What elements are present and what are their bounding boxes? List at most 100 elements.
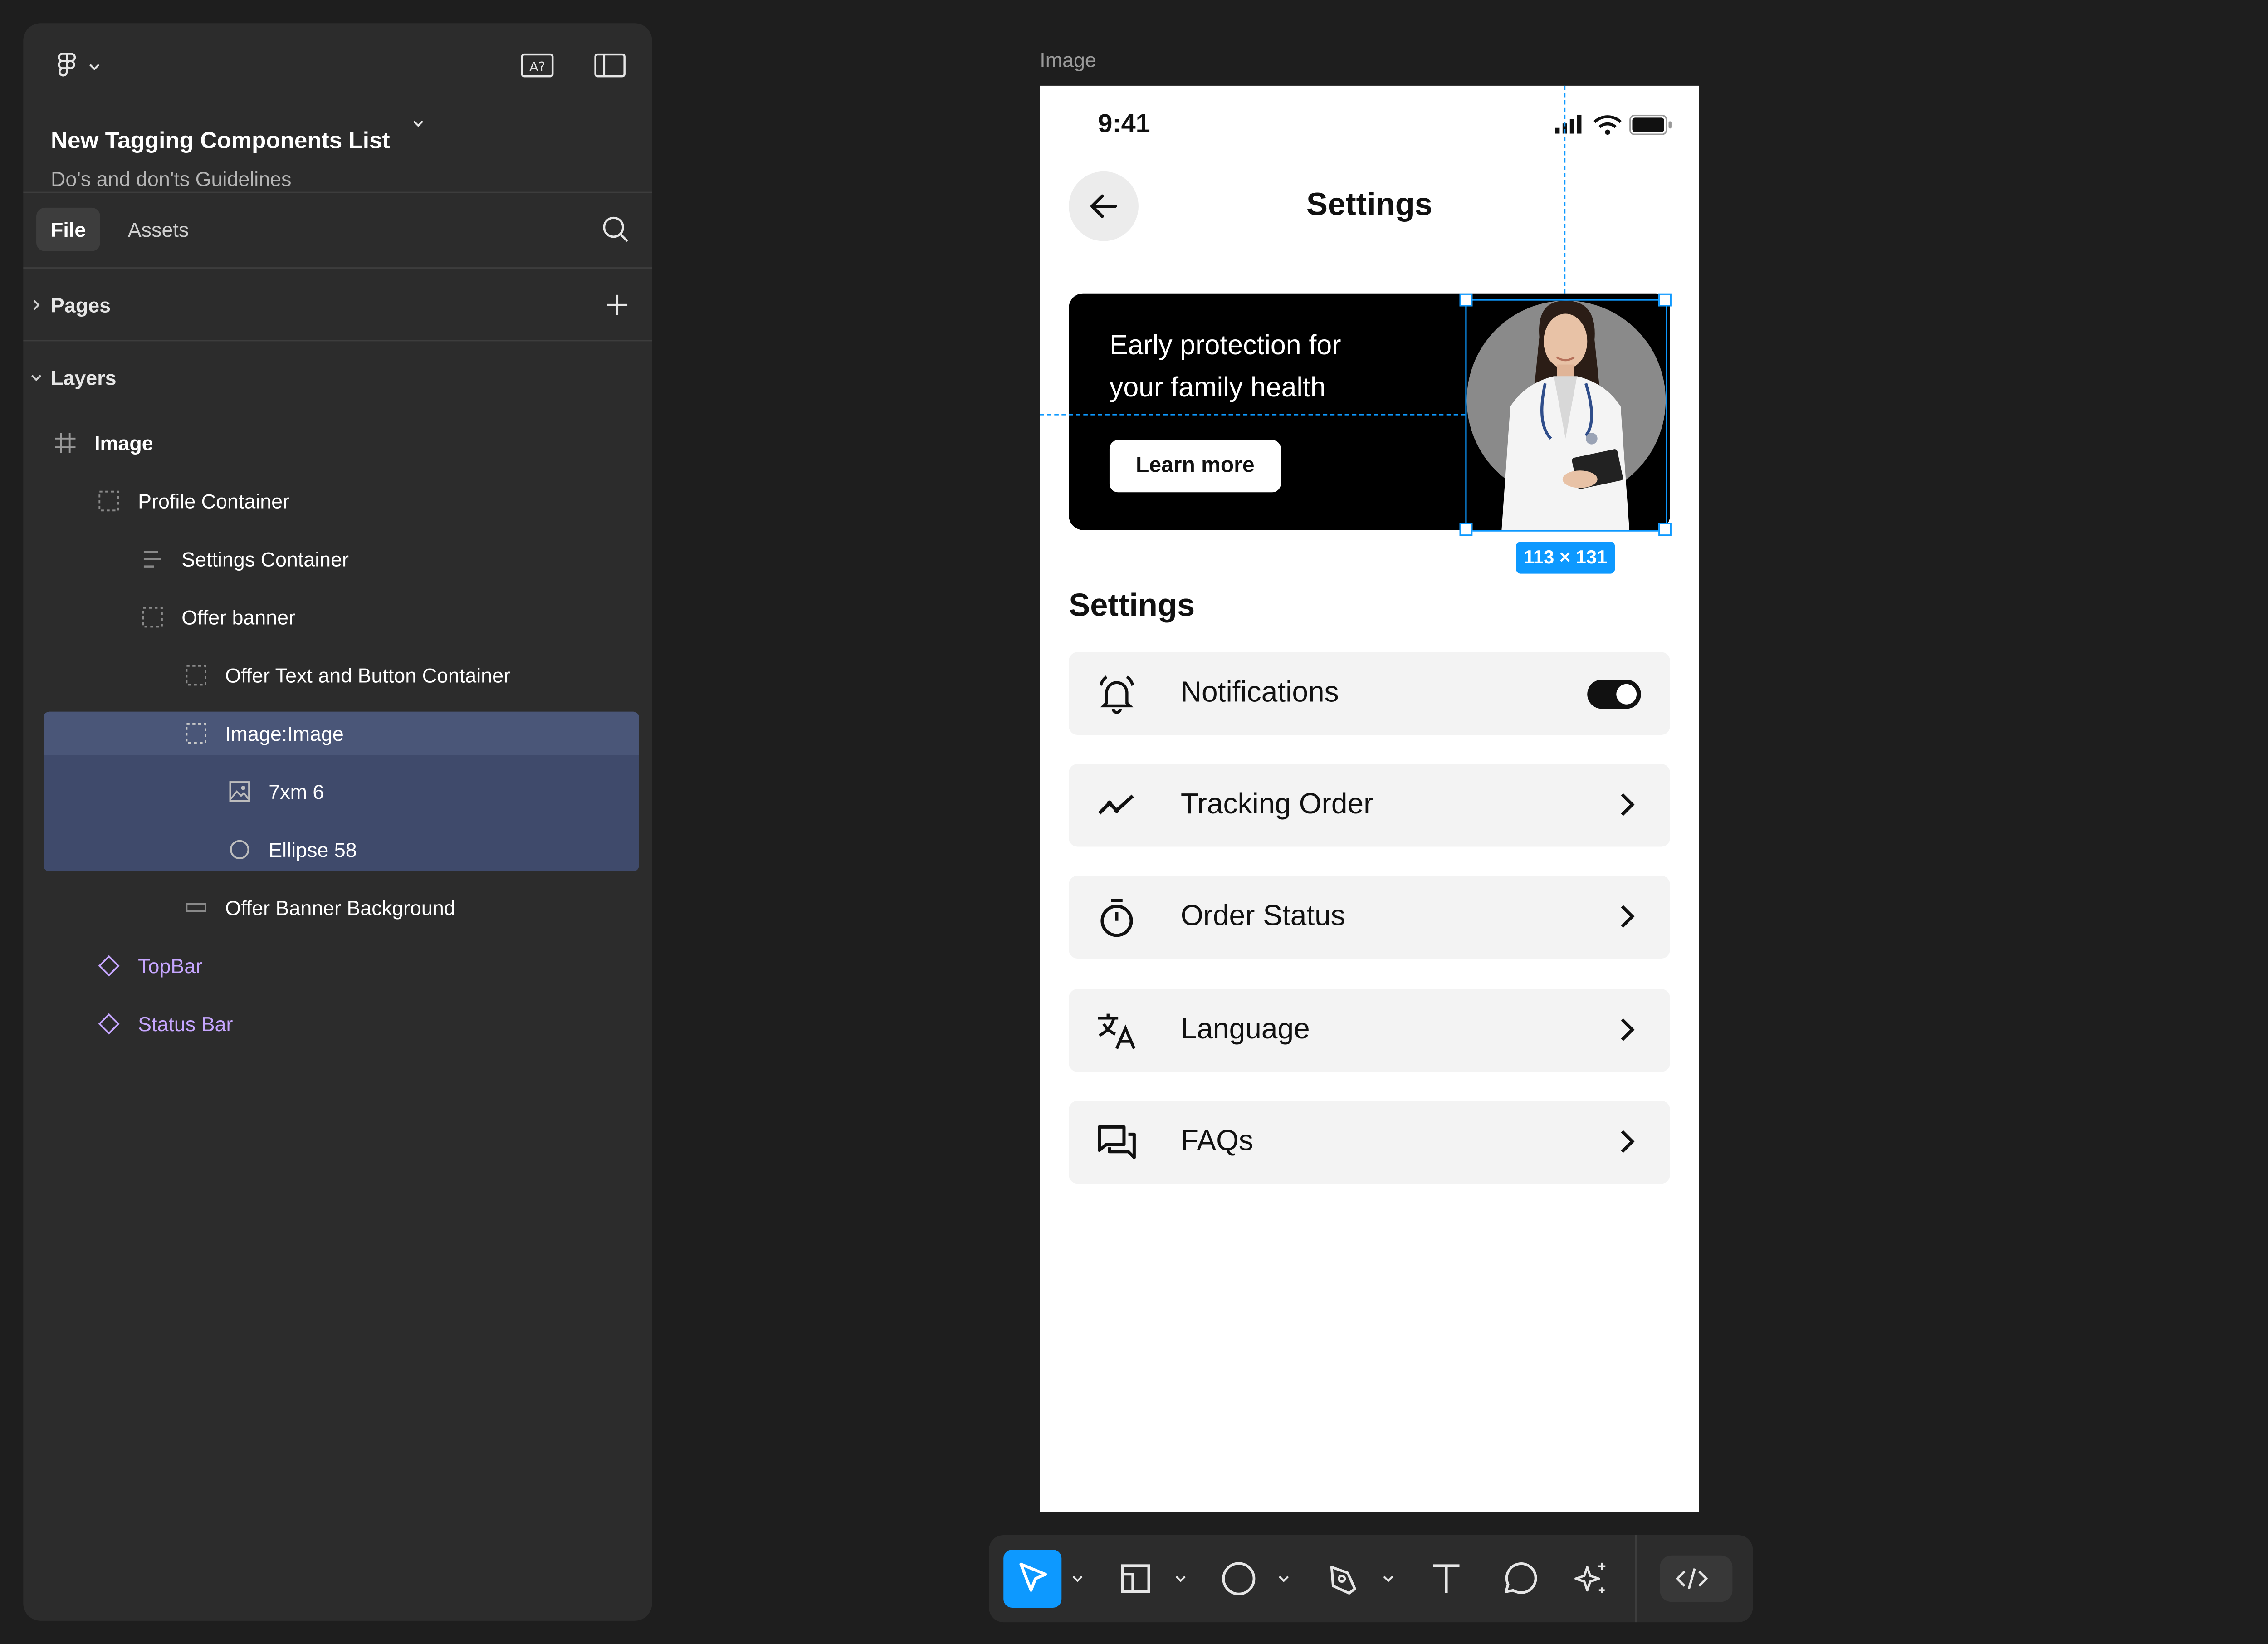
page-title: Settings — [1306, 186, 1432, 222]
layer-item-selected[interactable]: Image:Image — [225, 719, 344, 748]
add-page-icon[interactable] — [600, 288, 635, 323]
layer-item[interactable]: Offer banner — [181, 603, 295, 632]
dev-mode-toggle[interactable] — [1660, 1555, 1733, 1602]
size-badge: 113 × 131 — [1516, 542, 1615, 574]
layer-item[interactable]: Offer Banner Background — [225, 893, 455, 922]
ellipse-icon — [1222, 1562, 1256, 1595]
chevron-down-icon[interactable] — [411, 116, 425, 131]
image-icon — [229, 781, 250, 802]
code-icon — [1676, 1568, 1708, 1590]
layer-item[interactable]: 7xm 6 — [269, 777, 324, 806]
frame-tool[interactable] — [1107, 1550, 1165, 1608]
pages-section-title[interactable]: Pages — [51, 294, 111, 317]
tab-file[interactable]: File — [36, 207, 101, 251]
layers-panel: A? New Tagging Components List Do's and … — [23, 23, 652, 1621]
ellipse-icon — [230, 840, 249, 860]
ai-text-icon[interactable]: A? — [520, 48, 555, 83]
row-label: Tracking Order — [1180, 788, 1374, 821]
layer-item[interactable]: Settings Container — [181, 545, 349, 574]
shape-tool[interactable] — [1210, 1550, 1268, 1608]
frame-label[interactable]: Image — [1040, 48, 1096, 71]
text-tool[interactable] — [1418, 1550, 1476, 1608]
layers-section-title[interactable]: Layers — [51, 366, 117, 389]
layer-item-component[interactable]: TopBar — [138, 951, 202, 980]
layer-item-component[interactable]: Status Bar — [138, 1009, 233, 1038]
layer-item[interactable]: Offer Text and Button Container — [225, 661, 510, 690]
row-label: Order Status — [1180, 900, 1345, 933]
bottom-toolbar — [989, 1535, 1753, 1623]
frame-icon — [55, 433, 76, 453]
pen-tool[interactable] — [1314, 1550, 1372, 1608]
group-icon — [98, 490, 119, 512]
row-label: Notifications — [1180, 676, 1339, 709]
learn-more-button[interactable]: Learn more — [1109, 440, 1281, 493]
figma-menu-icon[interactable] — [52, 51, 81, 80]
divider — [23, 340, 652, 342]
signal-icon — [1555, 114, 1582, 134]
chevron-right-icon[interactable] — [29, 298, 44, 312]
svg-text:A?: A? — [529, 59, 545, 74]
file-header: A? New Tagging Components List Do's and … — [23, 23, 652, 191]
settings-row-tracking-order[interactable]: Tracking Order — [1069, 763, 1670, 847]
component-instance-icon — [98, 1013, 120, 1035]
resize-handle[interactable] — [1658, 523, 1672, 536]
settings-row-faqs[interactable]: FAQs — [1069, 1101, 1670, 1184]
file-title[interactable]: New Tagging Components List — [51, 129, 390, 156]
pen-icon — [1330, 1566, 1356, 1595]
tab-assets[interactable]: Assets — [113, 208, 204, 251]
wifi-icon — [1593, 115, 1622, 135]
comment-tool[interactable] — [1490, 1550, 1548, 1608]
sidebar-toggle-icon[interactable] — [592, 48, 627, 83]
search-icon[interactable] — [598, 212, 633, 247]
resize-handle[interactable] — [1459, 523, 1473, 536]
settings-row-language[interactable]: Language — [1069, 989, 1670, 1072]
group-icon — [142, 607, 163, 628]
offer-text: Early protection for your family health — [1109, 331, 1341, 404]
group-icon — [186, 723, 206, 744]
chevron-down-icon[interactable] — [1381, 1571, 1396, 1586]
chevron-down-icon[interactable] — [1173, 1571, 1188, 1586]
settings-row-notifications[interactable]: Notifications — [1069, 652, 1670, 735]
move-tool[interactable] — [1003, 1550, 1062, 1608]
component-instance-icon — [98, 955, 120, 977]
chevron-down-icon[interactable] — [1276, 1571, 1291, 1586]
phone-frame[interactable]: 9:41 Settings Early protection for your … — [1040, 85, 1699, 1512]
resize-handle[interactable] — [1459, 293, 1473, 307]
settings-section-title: Settings — [1069, 587, 1195, 623]
divider — [23, 267, 652, 269]
translate-icon — [1098, 1013, 1136, 1049]
chevron-down-icon[interactable] — [1070, 1571, 1085, 1586]
status-time: 9:41 — [1098, 109, 1150, 138]
row-label: Language — [1180, 1013, 1310, 1046]
group-icon — [186, 665, 206, 686]
chevron-down-icon[interactable] — [29, 370, 44, 385]
measure-guide — [1040, 414, 1466, 416]
actions-tool[interactable] — [1563, 1550, 1621, 1608]
chevron-right-icon — [1621, 1018, 1635, 1041]
comment-icon — [1505, 1562, 1537, 1594]
divider — [1635, 1535, 1637, 1623]
resize-handle[interactable] — [1658, 293, 1672, 307]
chevron-right-icon — [1621, 1130, 1635, 1153]
chevron-right-icon — [1621, 793, 1635, 816]
divider — [23, 191, 652, 193]
layer-item[interactable]: Ellipse 58 — [269, 835, 357, 864]
text-icon — [1433, 1564, 1460, 1594]
settings-row-order-status[interactable]: Order Status — [1069, 876, 1670, 959]
chevron-right-icon — [1621, 905, 1635, 928]
selection-box[interactable] — [1465, 299, 1667, 532]
trend-icon — [1098, 794, 1134, 815]
layer-item[interactable]: Image — [94, 428, 153, 457]
notifications-toggle[interactable] — [1587, 680, 1641, 709]
chat-icon — [1098, 1125, 1136, 1160]
row-label: FAQs — [1180, 1125, 1253, 1158]
sparkle-icon — [1574, 1562, 1606, 1594]
chevron-down-icon[interactable] — [87, 59, 102, 74]
autolayout-icon — [143, 551, 161, 568]
cursor-icon — [1019, 1562, 1047, 1592]
rectangle-icon — [186, 903, 206, 912]
battery-icon — [1629, 114, 1672, 135]
layer-item[interactable]: Profile Container — [138, 487, 289, 516]
frame-icon — [1121, 1564, 1150, 1593]
file-subtitle: Do's and don'ts Guidelines — [51, 167, 292, 191]
